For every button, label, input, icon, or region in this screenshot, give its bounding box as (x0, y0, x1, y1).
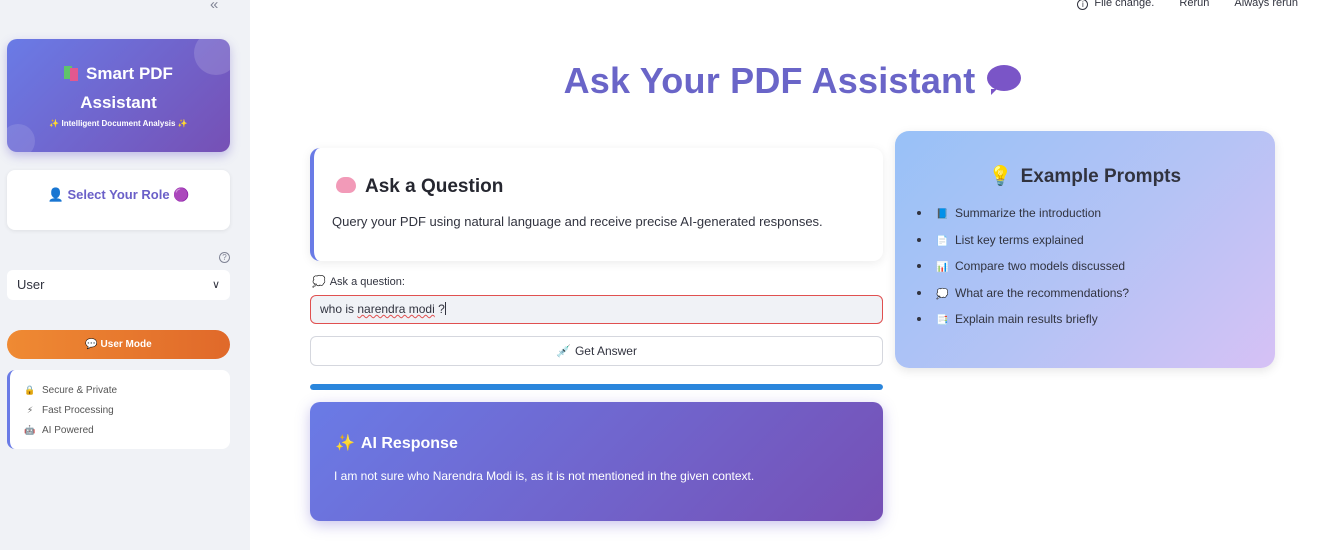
page-title-text: Ask Your PDF Assistant (563, 60, 976, 101)
bullet (917, 237, 921, 242)
file-change-status: File change. (1094, 0, 1155, 9)
question-label-text: Ask a question: (329, 276, 405, 288)
example-prompt-item: 📊 Compare two models discussed (917, 258, 1129, 285)
bullet (917, 211, 921, 215)
syringe-icon: 💉 (556, 344, 571, 358)
question-label: 💭 Ask a question: (312, 275, 405, 288)
feature-label: AI Powered (42, 425, 94, 436)
ask-question-card: Ask a Question Query your PDF using natu… (310, 148, 883, 261)
ai-response-text: I am not sure who Narendra Modi is, as i… (334, 469, 755, 483)
role-select[interactable]: User ∨ (7, 270, 230, 300)
chevron-down-icon: ∨ (211, 279, 220, 291)
decor-circle (7, 124, 35, 152)
thought-bubble-icon: 💭 (312, 276, 326, 288)
brand-title-line2: Assistant (80, 93, 157, 112)
example-prompts-heading-text: Example Prompts (1020, 166, 1182, 187)
ai-response-heading: ✨ AI Response (335, 433, 458, 453)
progress-bar-fill (310, 384, 883, 390)
example-prompt-text: Explain main results briefly (955, 312, 1098, 326)
feature-item: 🔒 Secure & Private (24, 382, 230, 402)
lightbulb-icon: 💡 (988, 166, 1013, 187)
sidebar: « Smart PDF Assistant ✨ Intelligent Docu… (0, 0, 250, 550)
feature-item: 🤖 AI Powered (24, 422, 230, 442)
example-prompt-text: Summarize the introduction (955, 206, 1102, 220)
brand-title: Smart PDF Assistant (7, 59, 230, 117)
example-prompt-item: 💭 What are the recommendations? (917, 285, 1129, 312)
example-prompts-card: 💡 Example Prompts 📘 Summarize the introduc… (895, 131, 1275, 368)
lock-icon: 🔒 (24, 385, 36, 395)
mode-badge: 💬 User Mode (7, 330, 230, 359)
question-input-text-end: ? (434, 302, 445, 316)
bookmark-tabs-icon: 📑 (936, 315, 949, 326)
bar-chart-icon: 📊 (936, 262, 949, 273)
get-answer-label: Get Answer (574, 344, 637, 358)
help-icon[interactable]: ? (219, 252, 230, 263)
example-prompt-text: Compare two models discussed (955, 259, 1126, 273)
example-prompt-text: List key terms explained (955, 232, 1084, 247)
brand-card: Smart PDF Assistant ✨ Intelligent Docume… (7, 39, 230, 152)
ai-response-card: ✨ AI Response I am not sure who Narendra … (310, 402, 883, 521)
page-icon: 📄 (936, 235, 949, 247)
text-cursor (444, 302, 446, 315)
sparkles-icon: ✨ (335, 435, 355, 452)
rerun-bar: i File change. Rerun Always rerun (1055, 0, 1298, 10)
question-input[interactable]: who is narendra modi ? (310, 295, 883, 324)
role-card: 👤 Select Your Role 🟣 (7, 170, 230, 230)
blue-book-icon: 📘 (936, 209, 949, 220)
question-input-text: who is (320, 302, 358, 316)
example-prompts-list: 📘 Summarize the introduction 📄 List key te… (917, 205, 1129, 338)
example-prompt-item: 📄 List key terms explained (917, 232, 1129, 259)
get-answer-button[interactable]: 💉 Get Answer (310, 336, 883, 366)
ask-question-heading-text: Ask a Question (365, 176, 504, 197)
speech-bubble-icon (987, 65, 1022, 95)
robot-icon: 🤖 (24, 425, 36, 435)
feature-label: Secure & Private (42, 385, 118, 396)
thought-bubble-icon: 💭 (936, 288, 949, 300)
role-card-label: 👤 Select Your Role 🟣 (47, 187, 190, 202)
example-prompts-heading: 💡 Example Prompts (895, 164, 1275, 188)
always-rerun-button[interactable]: Always rerun (1234, 0, 1298, 9)
feature-label: Fast Processing (42, 405, 114, 416)
example-prompt-item: 📘 Summarize the introduction (917, 205, 1129, 232)
info-icon: i (1077, 0, 1089, 10)
page-title: Ask Your PDF Assistant (310, 60, 1275, 102)
example-prompt-text: What are the recommendations? (955, 285, 1130, 300)
features-card: 🔒 Secure & Private ⚡ Fast Processing 🤖 AI P… (7, 370, 230, 449)
ai-response-heading-text: AI Response (360, 435, 458, 452)
bullet (917, 290, 921, 295)
brand-title-line1: Smart PDF (86, 64, 173, 83)
bullet (917, 264, 921, 268)
role-select-value: User (17, 277, 45, 292)
books-icon (64, 66, 80, 81)
bullet (917, 317, 921, 321)
brain-icon (336, 177, 356, 193)
example-prompt-item: 📑 Explain main results briefly (917, 311, 1129, 338)
collapse-sidebar-icon[interactable]: « (210, 0, 228, 14)
brand-tagline: ✨ Intelligent Document Analysis ✨ (49, 119, 188, 128)
rerun-button[interactable]: Rerun (1179, 0, 1209, 9)
misspelled-text: narendra modi (357, 302, 435, 316)
lightning-icon: ⚡ (26, 405, 34, 415)
ask-question-description: Query your PDF using natural language an… (332, 214, 823, 229)
progress-bar (310, 384, 883, 390)
feature-item: ⚡ Fast Processing (24, 402, 230, 422)
ask-question-heading: Ask a Question (336, 176, 503, 198)
